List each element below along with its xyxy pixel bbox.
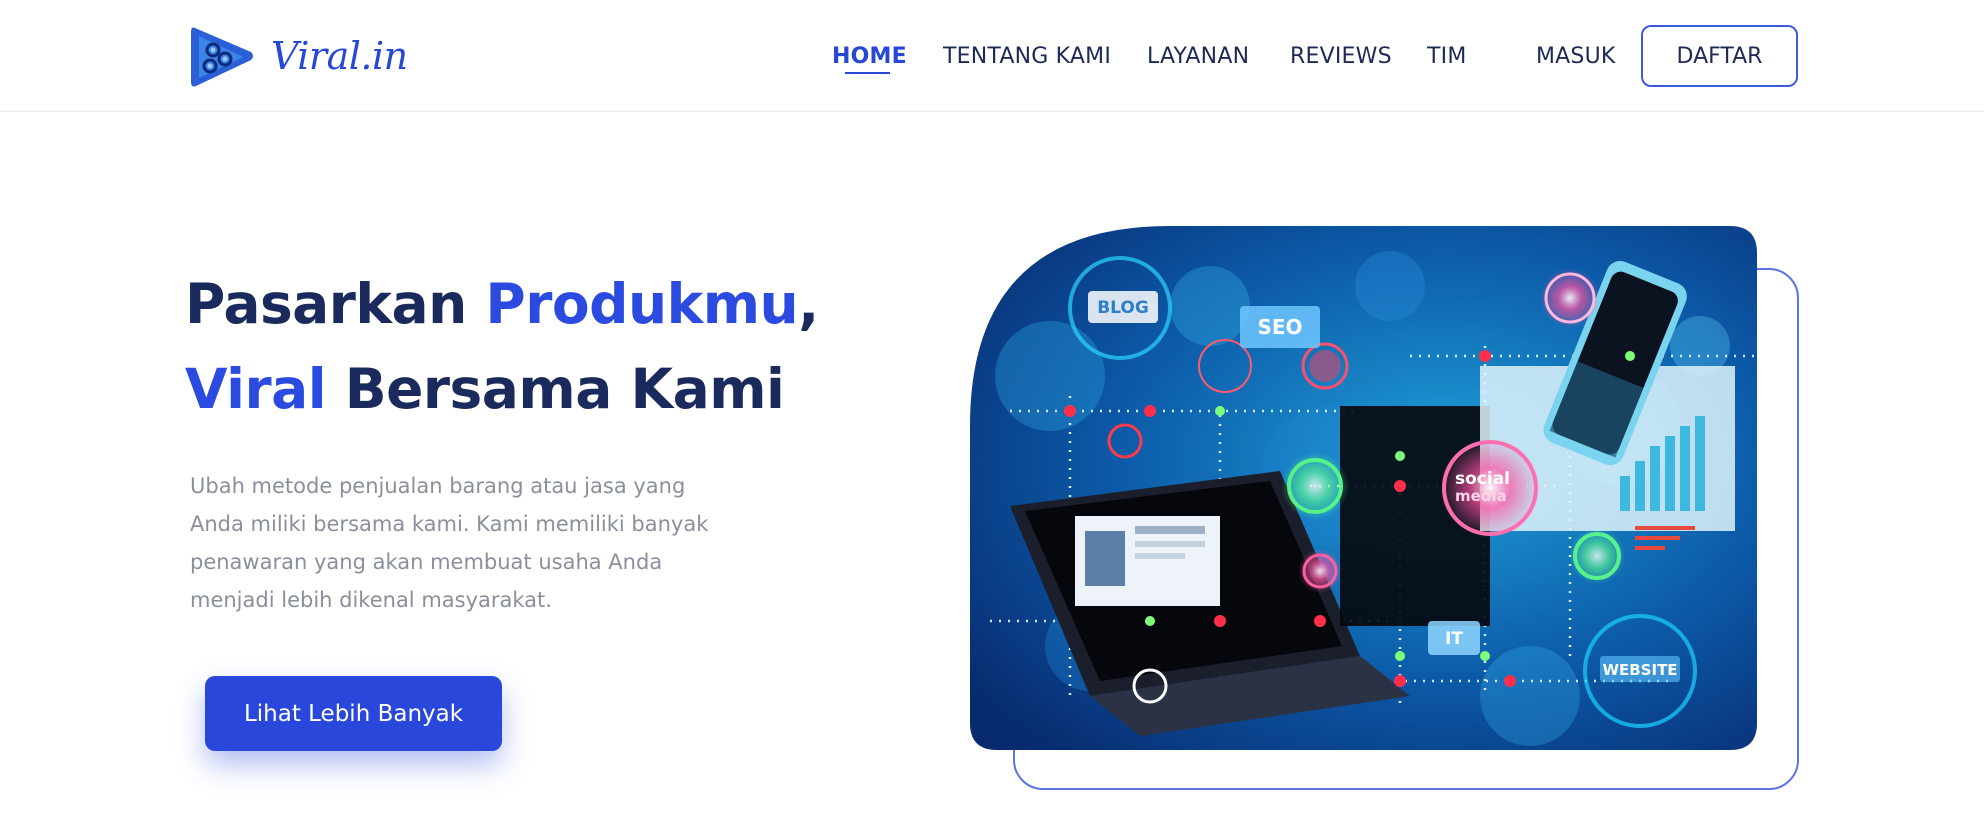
login-link[interactable]: MASUK bbox=[1536, 44, 1616, 69]
hero-title-text-2: Bersama Kami bbox=[326, 357, 785, 421]
social-media-label-1: social bbox=[1455, 469, 1510, 489]
hero-title-highlight-viral: Viral bbox=[185, 357, 327, 421]
hero-title-highlight: Produkmu bbox=[485, 272, 799, 336]
hero-description: Ubah metode penjualan barang atau jasa y… bbox=[190, 467, 770, 619]
hero-description-line: menjadi lebih dikenal masyarakat. bbox=[190, 588, 552, 612]
hero-description-line: Anda miliki bersama kami. Kami memiliki … bbox=[190, 512, 709, 536]
hero-title-text: Pasarkan bbox=[185, 272, 486, 336]
website-label: WEBSITE bbox=[1602, 661, 1677, 679]
digital-marketing-illustration: BLOG SEO social media IT WEBSITE bbox=[970, 226, 1757, 750]
brand-name: Viral.in bbox=[271, 34, 408, 78]
register-button[interactable]: DAFTAR bbox=[1641, 25, 1798, 87]
social-media-label-2: media bbox=[1455, 487, 1507, 505]
hero-title-comma: , bbox=[798, 272, 819, 336]
navbar: Viral.in HOME TENTANG KAMI LAYANAN REVIE… bbox=[0, 0, 1984, 112]
hero-description-line: Ubah metode penjualan barang atau jasa y… bbox=[190, 474, 686, 498]
play-logo-icon bbox=[191, 27, 253, 87]
brand-logo[interactable]: Viral.in bbox=[185, 20, 425, 95]
see-more-button[interactable]: Lihat Lebih Banyak bbox=[205, 676, 502, 751]
hero-description-line: penawaran yang akan membuat usaha Anda bbox=[190, 550, 663, 574]
hero-title-line-2: Viral Bersama Kami bbox=[185, 357, 785, 421]
it-label: IT bbox=[1445, 629, 1463, 649]
nav-active-underline bbox=[845, 72, 890, 74]
nav-home[interactable]: HOME bbox=[832, 44, 907, 69]
seo-label: SEO bbox=[1257, 315, 1302, 339]
nav-tentang-kami[interactable]: TENTANG KAMI bbox=[943, 44, 1111, 69]
nav-reviews[interactable]: REVIEWS bbox=[1290, 44, 1392, 69]
nav-layanan[interactable]: LAYANAN bbox=[1147, 44, 1249, 69]
hero-title-line-1: Pasarkan Produkmu, bbox=[185, 272, 819, 336]
blog-label: BLOG bbox=[1097, 298, 1149, 318]
nav-tim[interactable]: TIM bbox=[1427, 44, 1467, 69]
